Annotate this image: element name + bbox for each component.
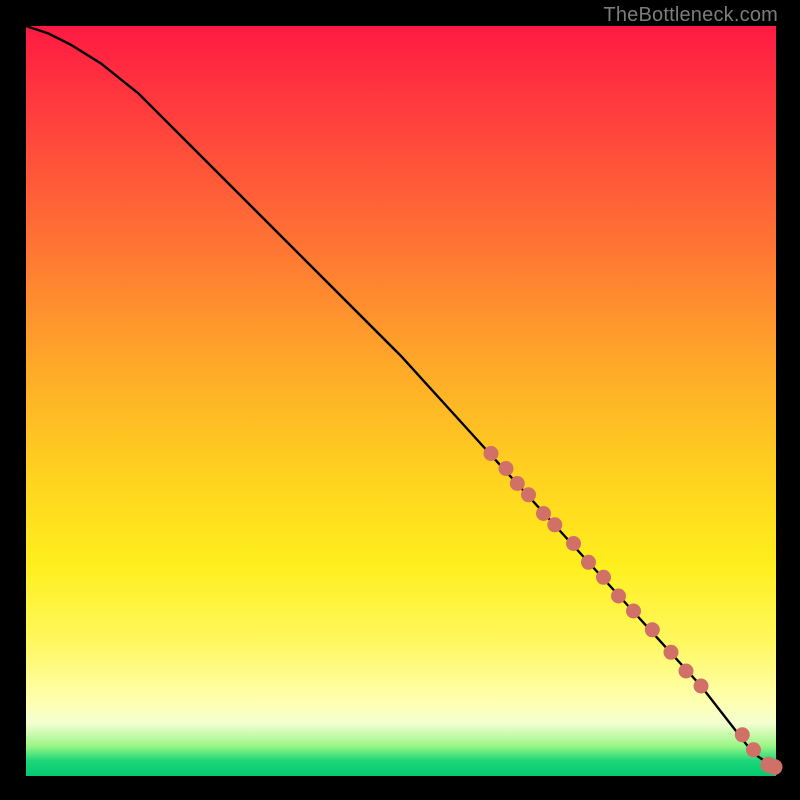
curve-layer [26, 26, 776, 776]
curve-dots-group [484, 446, 783, 775]
curve-dot [484, 446, 499, 461]
curve-dot [746, 742, 761, 757]
curve-dot [510, 476, 525, 491]
curve-dot [735, 727, 750, 742]
curve-dot [679, 664, 694, 679]
curve-dot [664, 645, 679, 660]
chart-stage: TheBottleneck.com [0, 0, 800, 800]
curve-dot [626, 604, 641, 619]
curve-dot [767, 759, 783, 775]
curve-dot [566, 536, 581, 551]
curve-dot [499, 461, 514, 476]
curve-dot [596, 570, 611, 585]
curve-dot [581, 555, 596, 570]
bottleneck-curve [26, 26, 776, 769]
curve-dot [547, 517, 562, 532]
curve-dot [694, 679, 709, 694]
curve-dot [645, 622, 660, 637]
plot-area [26, 26, 776, 776]
watermark-text: TheBottleneck.com [603, 4, 778, 27]
curve-dot [611, 589, 626, 604]
curve-dot [521, 487, 536, 502]
curve-dot [536, 506, 551, 521]
